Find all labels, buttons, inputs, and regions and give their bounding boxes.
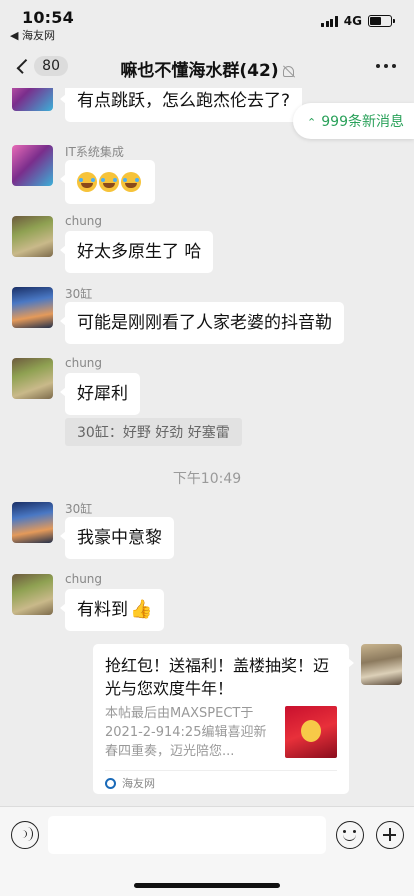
mute-bell-icon — [282, 65, 294, 77]
status-time: 10:54 — [22, 8, 74, 27]
sender-name: chung — [65, 572, 103, 586]
message-input[interactable] — [48, 816, 326, 854]
more-options-button[interactable] — [376, 64, 396, 68]
status-indicators: 4G — [321, 14, 395, 28]
dot-icon — [376, 64, 380, 68]
avatar[interactable] — [12, 88, 53, 111]
avatar[interactable] — [12, 216, 53, 257]
link-card-body: 本帖最后由MAXSPECT于2021-2-914:25编辑喜迎新春四重奏，迈光陪… — [105, 704, 337, 762]
avatar[interactable] — [12, 145, 53, 186]
dot-icon — [392, 64, 396, 68]
battery-icon — [368, 15, 395, 27]
status-bar: 10:54 ◀ 海友网 4G — [0, 0, 414, 44]
dot-icon — [384, 64, 388, 68]
link-card-description: 本帖最后由MAXSPECT于2021-2-914:25编辑喜迎新春四重奏，迈光陪… — [105, 706, 267, 759]
thumbs-up-emoji-icon: 👍 — [130, 599, 153, 620]
sender-name: 30缸 — [65, 287, 93, 301]
sender-name: IT系统集成 — [65, 145, 124, 159]
message-bubble[interactable]: 有点跳跃，怎么跑杰伦去了? — [59, 88, 303, 122]
link-card-source: 海友网 — [105, 775, 337, 791]
sender-name: chung — [65, 356, 103, 370]
link-card-title: 抢红包！送福利！盖楼抽奖！迈光与您欢度牛年！ — [105, 656, 330, 698]
avatar[interactable] — [12, 287, 53, 328]
link-card[interactable]: 抢红包！送福利！盖楼抽奖！迈光与您欢度牛年！ 本帖最后由MAXSPECT于202… — [93, 644, 354, 794]
signal-icon — [321, 15, 338, 27]
network-type: 4G — [343, 14, 362, 28]
quoted-reply[interactable]: 30缸：好野 好劲 好塞雷 — [65, 418, 242, 446]
laughing-crying-emoji-icon — [99, 172, 119, 192]
message-list[interactable]: 有点跳跃，怎么跑杰伦去了? ⌃ 999条新消息 IT系统集成 chung 好太多原… — [0, 88, 414, 806]
avatar[interactable] — [12, 358, 53, 399]
home-indicator[interactable] — [134, 883, 280, 888]
source-logo-icon — [105, 777, 116, 789]
new-messages-button[interactable]: ⌃ 999条新消息 — [293, 103, 414, 139]
divider — [105, 770, 337, 771]
back-to-app-link[interactable]: ◀ 海友网 — [10, 27, 55, 43]
avatar[interactable] — [12, 502, 53, 543]
emoji-icon[interactable] — [336, 821, 364, 849]
laughing-crying-emoji-icon — [77, 172, 97, 192]
message-bubble[interactable]: 可能是刚刚看了人家老婆的抖音勒 — [60, 302, 344, 344]
plus-icon[interactable] — [376, 821, 404, 849]
message-bubble[interactable]: 好犀利 — [60, 373, 140, 415]
chat-header: 80 嘛也不懂海水群(42) — [0, 44, 414, 88]
time-divider: 下午10:49 — [172, 471, 242, 487]
voice-input-icon[interactable] — [11, 821, 39, 849]
chat-title: 嘛也不懂海水群(42) — [120, 61, 279, 81]
link-card-thumbnail — [285, 706, 337, 758]
message-bubble[interactable] — [60, 160, 155, 204]
avatar[interactable] — [12, 574, 53, 615]
laughing-crying-emoji-icon — [121, 172, 141, 192]
new-messages-label: 999条新消息 — [321, 114, 404, 130]
sender-name: chung — [65, 214, 103, 228]
chat-title-wrap: 嘛也不懂海水群(42) — [0, 56, 414, 81]
sender-name: 30缸 — [65, 502, 93, 516]
message-bubble[interactable]: 我豪中意黎 — [60, 517, 174, 559]
avatar[interactable] — [361, 644, 402, 685]
source-name: 海友网 — [122, 777, 155, 790]
message-bubble[interactable]: 好太多原生了 哈 — [59, 231, 214, 273]
double-chevron-up-icon: ⌃ — [307, 116, 317, 129]
message-bubble[interactable]: 有料到 👍 — [59, 589, 165, 631]
message-text: 有料到 — [77, 600, 128, 620]
input-bar — [0, 806, 414, 896]
